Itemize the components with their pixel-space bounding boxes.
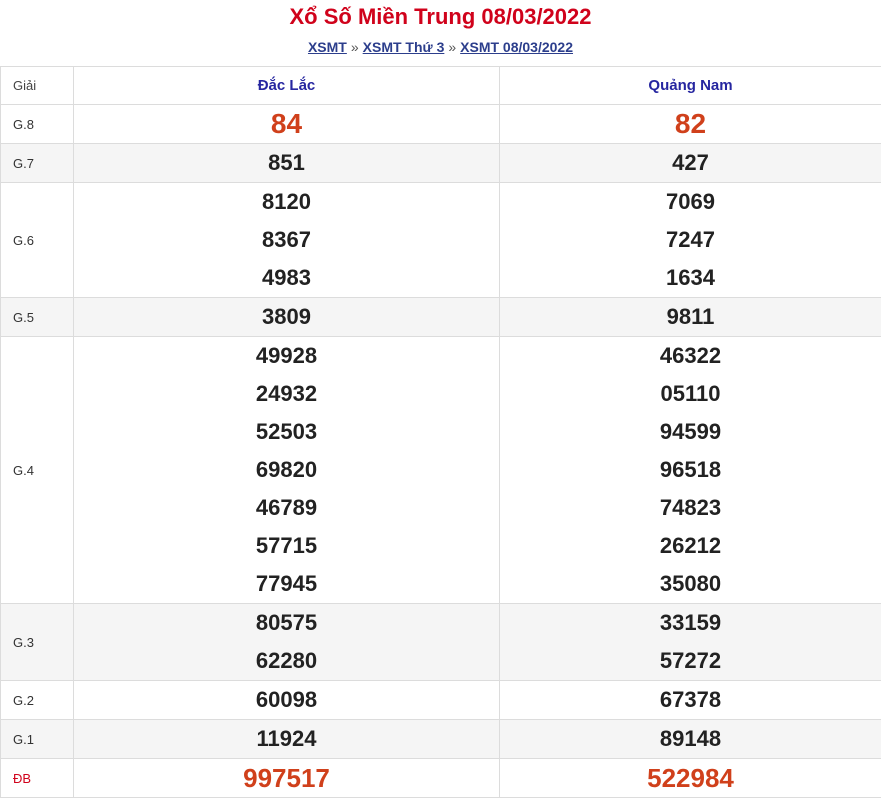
province-header-quang-nam: Quảng Nam: [499, 66, 881, 105]
prize-row: ĐB 997517 522984: [0, 758, 881, 798]
breadcrumb-link-xsmt-thu3[interactable]: XSMT Thứ 3: [363, 39, 445, 55]
lottery-number: 05110: [660, 381, 721, 406]
prize-row: G.3 80575 62280 33159 57272: [0, 603, 881, 681]
prize-column-header: Giải: [0, 66, 74, 105]
lottery-number: 46789: [255, 495, 318, 520]
quang-nam-numbers: 46322 05110 94599 96518 74823 26212 35080: [499, 336, 881, 604]
quang-nam-numbers: 7069 7247 1634: [499, 182, 881, 298]
prize-label: G.2: [0, 680, 74, 720]
dac-lac-numbers: 8120 8367 4983: [73, 182, 500, 298]
dac-lac-numbers: 84: [73, 104, 500, 144]
prize-label: G.7: [0, 143, 74, 183]
lottery-number: 74823: [659, 495, 722, 520]
lottery-number: 522984: [647, 763, 734, 793]
lottery-number: 57715: [255, 533, 318, 558]
prize-row: G.1 11924 89148: [0, 719, 881, 759]
lottery-number: 49928: [255, 343, 318, 368]
prize-row: G.6 8120 8367 4983 7069 7247 1634: [0, 182, 881, 298]
dac-lac-numbers: 851: [73, 143, 500, 183]
dac-lac-numbers: 60098: [73, 680, 500, 720]
prize-row: G.7 851 427: [0, 143, 881, 183]
breadcrumb-separator: »: [350, 39, 359, 55]
lottery-number: 84: [270, 108, 303, 139]
lottery-number: 77945: [255, 571, 318, 596]
quang-nam-numbers: 33159 57272: [499, 603, 881, 681]
lottery-number: 11924: [256, 726, 317, 751]
lottery-number: 3809: [262, 304, 311, 329]
prize-label: G.3: [0, 603, 74, 681]
dac-lac-numbers: 80575 62280: [73, 603, 500, 681]
prize-label: G.8: [0, 104, 74, 144]
lottery-number: 62280: [255, 648, 318, 673]
prize-label: G.1: [0, 719, 74, 759]
dac-lac-numbers: 49928 24932 52503 69820 46789 57715 77945: [73, 336, 500, 604]
breadcrumb-link-xsmt[interactable]: XSMT: [308, 39, 347, 55]
lottery-number: 1634: [666, 265, 715, 290]
lottery-number: 997517: [243, 763, 330, 793]
breadcrumb-separator: »: [448, 39, 457, 55]
lottery-number: 33159: [659, 610, 722, 635]
prize-row: G.5 3809 9811: [0, 297, 881, 337]
lottery-number: 427: [672, 150, 709, 175]
prize-row: G.8 84 82: [0, 104, 881, 144]
lottery-number: 26212: [659, 533, 722, 558]
prize-label: G.4: [0, 336, 74, 604]
results-table: Giải Đắc Lắc Quảng Nam G.8 84 82 G.7 851 427 G…: [0, 66, 881, 798]
lottery-number: 69820: [255, 457, 318, 482]
dac-lac-numbers: 997517: [73, 758, 500, 798]
lottery-number: 8120: [262, 189, 311, 214]
dac-lac-numbers: 11924: [73, 719, 500, 759]
lottery-number: 80575: [255, 610, 318, 635]
lottery-number: 35080: [659, 571, 722, 596]
quang-nam-numbers: 67378: [499, 680, 881, 720]
lottery-number: 57272: [659, 648, 722, 673]
page-title: Xổ Số Miền Trung 08/03/2022: [289, 4, 592, 29]
lottery-number: 96518: [659, 457, 722, 482]
lottery-number: 24932: [255, 381, 318, 406]
lottery-number: 4983: [262, 265, 311, 290]
table-header-row: Giải Đắc Lắc Quảng Nam: [0, 66, 881, 105]
lottery-number: 89148: [659, 726, 722, 751]
prize-label: G.5: [0, 297, 74, 337]
lottery-number: 60098: [255, 687, 318, 712]
lottery-number: 46322: [659, 343, 722, 368]
quang-nam-numbers: 9811: [499, 297, 881, 337]
prize-row: G.2 60098 67378: [0, 680, 881, 720]
prize-label: ĐB: [0, 758, 74, 798]
lottery-number: 67378: [659, 687, 722, 712]
dac-lac-numbers: 3809: [73, 297, 500, 337]
lottery-number: 7069: [666, 189, 715, 214]
breadcrumb-link-xsmt-date[interactable]: XSMT 08/03/2022: [460, 39, 573, 55]
breadcrumb: XSMT» XSMT Thứ 3» XSMT 08/03/2022: [0, 34, 881, 66]
quang-nam-numbers: 82: [499, 104, 881, 144]
lottery-number: 94599: [659, 419, 722, 444]
lottery-number: 8367: [262, 227, 311, 252]
lottery-number: 7247: [666, 227, 715, 252]
quang-nam-numbers: 427: [499, 143, 881, 183]
lottery-number: 82: [674, 108, 707, 139]
lottery-number: 851: [268, 150, 305, 175]
quang-nam-numbers: 89148: [499, 719, 881, 759]
prize-label: G.6: [0, 182, 74, 298]
quang-nam-numbers: 522984: [499, 758, 881, 798]
lottery-number: 52503: [255, 419, 318, 444]
province-header-dac-lac: Đắc Lắc: [73, 66, 500, 105]
prize-row: G.4 49928 24932 52503 69820 46789 57715 77945 46…: [0, 336, 881, 604]
lottery-number: 9811: [666, 304, 715, 329]
results-body: G.8 84 82 G.7 851 427 G.6 8120 8367 4983 7069 7247 1…: [0, 104, 881, 798]
